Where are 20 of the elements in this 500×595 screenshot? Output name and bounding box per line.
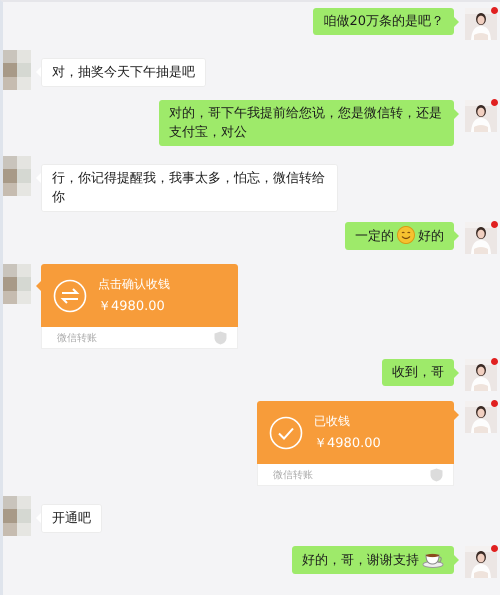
transfer-card[interactable]: 点击确认收钱 ￥4980.00 微信转账 [41,264,238,349]
message-text: 好的 [418,229,444,244]
message-text: 对的，哥下午我提前给您说，您是微信转，还是支付宝，对公 [169,106,442,140]
transfer-card[interactable]: 已收钱 ￥4980.00 微信转账 [257,401,454,486]
transfer-amount: ￥4980.00 [314,435,381,452]
transfer-amount: ￥4980.00 [98,298,166,315]
message-text: 收到，哥 [392,365,444,380]
message-text: 好的，哥，谢谢支持 [302,553,419,568]
smiley-icon [397,226,415,244]
shield-icon [214,330,227,344]
message-text: 开通吧 [52,511,91,526]
transfer-status: 点击确认收钱 [98,276,170,293]
shield-icon [430,468,443,482]
message-text: 对，抽奖今天下午抽是吧 [52,65,195,80]
transfer-label: 微信转账 [273,468,313,482]
transfer-label: 微信转账 [57,332,97,344]
message-text: 咱做20万条的是吧？ [323,14,444,29]
message-text: 一定的 [355,229,394,244]
message-text: 行，你记得提醒我，我事太多，怕忘，微信转给你 [52,171,325,205]
transfer-status: 已收钱 [314,413,351,430]
